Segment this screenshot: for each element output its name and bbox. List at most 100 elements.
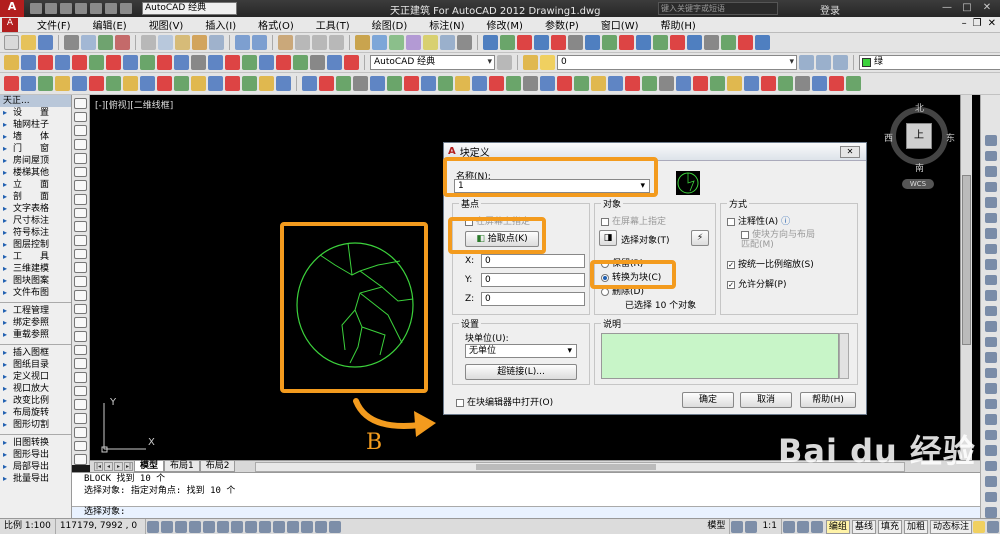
- tz-26-icon[interactable]: [438, 76, 453, 91]
- properties-icon[interactable]: [355, 35, 370, 50]
- tz-22-icon[interactable]: [370, 76, 385, 91]
- quick-view-layouts-icon[interactable]: [731, 520, 744, 533]
- tz-28-icon[interactable]: [472, 76, 487, 91]
- viewcube-south[interactable]: 南: [915, 161, 924, 174]
- hatch-icon[interactable]: [74, 289, 87, 301]
- dyn-icon[interactable]: [272, 520, 285, 533]
- palette-menu-item[interactable]: ▸ 墙 体: [0, 131, 71, 143]
- palette-menu-item[interactable]: ▸ 文字表格: [0, 203, 71, 215]
- scale-uniformly-option[interactable]: ✓ 按统一比例缩放(S): [727, 257, 814, 270]
- section-tool-icon[interactable]: [225, 55, 240, 70]
- rotate-icon[interactable]: [74, 454, 87, 465]
- tz-40-icon[interactable]: [676, 76, 691, 91]
- help-button[interactable]: 帮助(H): [800, 392, 856, 408]
- tz-33-icon[interactable]: [557, 76, 572, 91]
- objects-on-screen-option[interactable]: 在屏幕上指定: [601, 214, 666, 227]
- menu-window[interactable]: 窗口(W): [601, 17, 639, 32]
- annotation-visibility-icon[interactable]: [782, 520, 795, 533]
- point-icon[interactable]: [74, 276, 87, 287]
- infer-constraints-icon[interactable]: [146, 520, 159, 533]
- hyperlink-button[interactable]: 超链接(L)...: [465, 364, 577, 380]
- table-icon[interactable]: [74, 330, 87, 342]
- world-ucs-icon[interactable]: [984, 352, 997, 363]
- gradient-icon[interactable]: [74, 303, 87, 315]
- menu-edit[interactable]: 编辑(E): [93, 17, 127, 32]
- pan-icon[interactable]: [278, 35, 293, 50]
- selection-cycling-icon[interactable]: [328, 520, 341, 533]
- scale-indicator[interactable]: 比例 1:100: [0, 519, 56, 534]
- tool-palettes-icon[interactable]: [389, 35, 404, 50]
- lock-icon[interactable]: [810, 520, 823, 533]
- coordinate-readout[interactable]: 117179, 7992 , 0: [56, 519, 146, 534]
- tz-5-icon[interactable]: [72, 76, 87, 91]
- tz-layout-icon[interactable]: [721, 35, 736, 50]
- layer-tool-icon[interactable]: [310, 55, 325, 70]
- bulb-icon[interactable]: [540, 55, 555, 70]
- save-icon[interactable]: [60, 3, 72, 14]
- steering-wheel-icon[interactable]: [984, 212, 997, 224]
- tab-prev-icon[interactable]: ◂: [104, 462, 113, 471]
- ortho-icon[interactable]: [188, 520, 201, 533]
- redo-icon[interactable]: [252, 35, 267, 50]
- palette-menu-item[interactable]: ▸ 三维建模: [0, 263, 71, 275]
- tz-50-icon[interactable]: [846, 76, 861, 91]
- hatch-tool-icon[interactable]: [276, 55, 291, 70]
- viewcube-top-face[interactable]: 上: [906, 123, 932, 149]
- zoom-window-icon[interactable]: [312, 35, 327, 50]
- tz-45-icon[interactable]: [761, 76, 776, 91]
- doc-close-icon[interactable]: ✕: [988, 18, 996, 29]
- palette-menu-item[interactable]: ▸ 房间屋顶: [0, 155, 71, 167]
- polygon-icon[interactable]: [74, 139, 87, 150]
- tz-3d-icon[interactable]: [585, 35, 600, 50]
- tz-6-icon[interactable]: [89, 76, 104, 91]
- tz-layer-icon[interactable]: [568, 35, 583, 50]
- palette-menu-item[interactable]: ▸ 图块图案: [0, 275, 71, 287]
- checkbox-checked[interactable]: ✓: [727, 280, 735, 289]
- app-logo-icon[interactable]: A: [0, 0, 24, 17]
- tz-37-icon[interactable]: [625, 76, 640, 91]
- tz-room-icon[interactable]: [636, 35, 651, 50]
- chamfer-icon[interactable]: [984, 476, 997, 487]
- block-editor-icon[interactable]: [209, 35, 224, 50]
- explode-icon[interactable]: [984, 507, 997, 518]
- tz-41-icon[interactable]: [693, 76, 708, 91]
- tz-18-icon[interactable]: [302, 76, 317, 91]
- redo-icon[interactable]: [120, 3, 132, 14]
- ucs-prev-icon[interactable]: [984, 367, 997, 379]
- camera-icon[interactable]: [984, 290, 997, 301]
- bold-button[interactable]: 加粗: [903, 519, 928, 534]
- ucs-icon[interactable]: [984, 336, 997, 348]
- clean-screen-icon[interactable]: [987, 520, 999, 533]
- ducs-icon[interactable]: [258, 520, 271, 533]
- tz-3-icon[interactable]: [38, 76, 53, 91]
- palette-layout-item[interactable]: ▸ 视口放大: [0, 383, 71, 395]
- undo-icon[interactable]: [105, 3, 117, 14]
- construction-line-icon[interactable]: [74, 111, 87, 123]
- viewport-controls[interactable]: [-][俯视][二维线框]: [95, 98, 173, 111]
- minimize-icon[interactable]: —: [938, 1, 956, 15]
- menu-format[interactable]: 格式(O): [258, 17, 294, 32]
- tz-32-icon[interactable]: [540, 76, 555, 91]
- layer-properties-icon[interactable]: [523, 55, 538, 70]
- annotation-scale[interactable]: 1:1: [758, 519, 782, 534]
- tab-model[interactable]: 模型: [134, 461, 165, 472]
- tz-21-icon[interactable]: [353, 76, 368, 91]
- tz-8-icon[interactable]: [123, 76, 138, 91]
- palette-menu-item[interactable]: ▸ 设 置: [0, 107, 71, 119]
- tz-tool-icon[interactable]: [704, 35, 719, 50]
- fillet-icon[interactable]: [984, 491, 997, 503]
- command-input[interactable]: 选择对象:: [72, 506, 980, 518]
- palette-layout-item[interactable]: ▸ 图纸目录: [0, 359, 71, 371]
- palette-menu-item[interactable]: ▸ 符号标注: [0, 227, 71, 239]
- tz-31-icon[interactable]: [523, 76, 538, 91]
- markup-icon[interactable]: [423, 35, 438, 50]
- menu-dimension[interactable]: 标注(N): [429, 17, 464, 32]
- tz-grid-icon[interactable]: [517, 35, 532, 50]
- baseline-button[interactable]: 基线: [851, 519, 876, 534]
- transparency-icon[interactable]: [300, 520, 313, 533]
- workspace-switch-icon[interactable]: [796, 520, 809, 533]
- tz-24-icon[interactable]: [404, 76, 419, 91]
- revision-cloud-icon[interactable]: [74, 193, 87, 205]
- quick-select-icon[interactable]: ⚡: [691, 230, 709, 246]
- palette-export-item[interactable]: ▸ 旧图转换: [0, 437, 71, 449]
